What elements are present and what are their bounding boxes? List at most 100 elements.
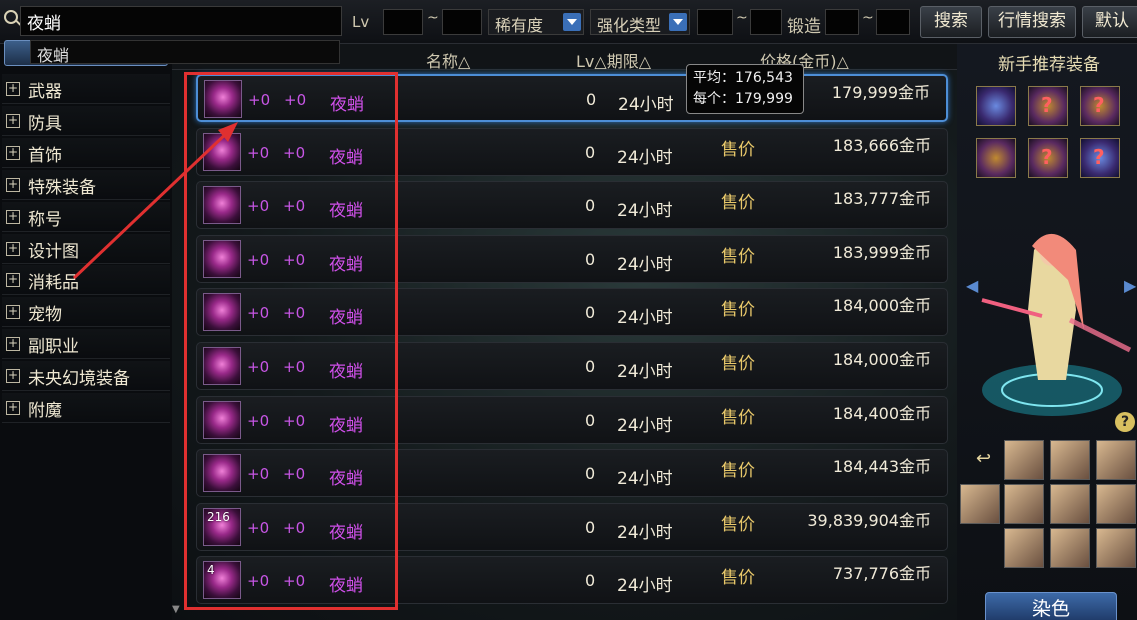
sale-price-label: 售价 [721, 354, 755, 374]
expand-plus-icon[interactable]: + [6, 337, 20, 352]
item-level: 0 [585, 196, 596, 216]
search-input[interactable] [20, 6, 342, 36]
recommend-item-unknown-icon[interactable]: ? [1080, 138, 1120, 178]
search-toolbar: Lv ~ 稀有度 强化类型 ~ 锻造 ~ 搜索 行情搜索 默认 [0, 0, 1137, 44]
expand-plus-icon[interactable]: + [6, 401, 20, 415]
expand-plus-icon[interactable]: + [6, 145, 20, 160]
default-button[interactable]: 默认 [1082, 6, 1137, 38]
annotation-arrow [72, 122, 238, 280]
lv-min-input[interactable] [383, 9, 423, 35]
expand-plus-icon[interactable]: + [6, 369, 20, 384]
market-search-button[interactable]: 行情搜索 [988, 6, 1076, 38]
costume-slot-coat-icon[interactable] [1004, 484, 1044, 524]
recommend-title: 新手推荐装备 [998, 55, 1100, 75]
enhance-type-select[interactable]: 强化类型 [590, 9, 690, 35]
item-level: 0 [585, 410, 596, 430]
auction-window: Lv ~ 稀有度 强化类型 ~ 锻造 ~ 搜索 行情搜索 默认 + 武器 + 防具 + 首… [0, 0, 1137, 620]
sidebar-category[interactable]: + 副职业 [2, 329, 170, 360]
costume-slot-shoes-icon[interactable] [1050, 528, 1090, 568]
sidebar-category[interactable]: + 附魔 [2, 393, 170, 423]
sale-price-label: 售价 [721, 514, 755, 535]
item-price: 184,400金币 [832, 403, 931, 423]
search-icon [4, 10, 18, 24]
item-level: 0 [585, 517, 596, 537]
costume-slot-face-icon[interactable] [1096, 440, 1136, 480]
recommend-item-weapon-icon[interactable] [976, 86, 1016, 126]
scroll-down-icon[interactable]: ▼ [172, 604, 182, 620]
item-price: 184,000金币 [832, 296, 931, 316]
enhance-range-tilde: ~ [736, 10, 748, 26]
lv-label: Lv [352, 13, 370, 31]
forge-range-tilde: ~ [862, 10, 874, 26]
sale-price-label: 售价 [721, 300, 755, 321]
item-level: 0 [586, 90, 597, 109]
item-period: 24小时 [617, 308, 673, 329]
expand-plus-icon[interactable]: + [6, 209, 20, 224]
lv-range-tilde: ~ [427, 10, 439, 26]
item-price: 737,776金币 [832, 564, 931, 584]
recommend-item-helmet-icon[interactable] [976, 138, 1016, 178]
sale-price-label: 售价 [721, 139, 755, 160]
item-period: 24小时 [617, 201, 673, 222]
chevron-down-icon [669, 13, 687, 31]
item-level: 0 [585, 303, 596, 323]
sale-price-label: 售价 [721, 407, 755, 428]
swap-icon[interactable]: ↩ [976, 448, 991, 469]
sidebar-category-label: 防具 [28, 113, 62, 134]
enhance-max-input[interactable] [750, 9, 782, 35]
recommend-item-unknown-icon[interactable]: ? [1028, 138, 1068, 178]
item-period: 24小时 [617, 147, 673, 168]
item-price: 183,999金币 [832, 242, 931, 262]
costume-slot-cap-icon[interactable] [1050, 440, 1090, 480]
forge-label: 锻造 [787, 17, 821, 37]
enhance-min-input[interactable] [697, 9, 733, 35]
dye-button[interactable]: 染色 [985, 592, 1117, 620]
expand-plus-icon[interactable]: + [6, 177, 20, 192]
costume-slot-belt-icon[interactable] [1096, 484, 1136, 524]
lv-max-input[interactable] [442, 9, 482, 35]
forge-max-input[interactable] [876, 9, 910, 35]
costume-slot-neck-icon[interactable] [960, 484, 1000, 524]
expand-plus-icon[interactable]: + [6, 82, 20, 96]
item-period: 24小时 [617, 576, 673, 597]
search-suggestion[interactable]: 夜蛸 [30, 40, 340, 65]
item-period: 24小时 [617, 469, 673, 490]
sidebar-category-label: 副职业 [28, 337, 79, 358]
tooltip-average: 平均：176,543 [693, 70, 793, 86]
expand-plus-icon[interactable]: + [6, 305, 20, 320]
column-lv-period-header[interactable]: Lv△期限△ [576, 48, 651, 72]
costume-slot-pants-icon[interactable] [1004, 528, 1044, 568]
column-name-header[interactable]: 名称△ [426, 48, 470, 72]
rarity-select[interactable]: 稀有度 [488, 9, 584, 35]
tooltip-each: 每个：179,999 [693, 91, 793, 107]
expand-plus-icon[interactable]: + [6, 273, 20, 288]
item-period: 24小时 [617, 362, 673, 382]
costume-slot-skin-icon[interactable] [1050, 484, 1090, 524]
item-period: 24小时 [617, 415, 673, 436]
item-level: 0 [585, 464, 596, 484]
sidebar-category-label: 称号 [28, 209, 62, 230]
costume-slot-aura-icon[interactable] [1096, 528, 1136, 568]
recommend-item-unknown-icon[interactable]: ? [1080, 86, 1120, 126]
recommend-item-unknown-icon[interactable]: ? [1028, 86, 1068, 126]
rarity-select-label: 稀有度 [495, 16, 544, 35]
forge-min-input[interactable] [825, 9, 859, 35]
sidebar-category-label: 未央幻境装备 [28, 369, 130, 390]
item-level: 0 [585, 249, 596, 269]
sale-price-label: 售价 [721, 461, 755, 482]
sidebar-category[interactable]: + 宠物 [2, 297, 170, 328]
expand-plus-icon[interactable]: + [6, 241, 20, 256]
sidebar-category[interactable]: + 未央幻境装备 [2, 361, 170, 392]
search-button[interactable]: 搜索 [920, 6, 982, 38]
item-price: 184,443金币 [832, 457, 931, 477]
sidebar-category[interactable]: + 武器 [2, 74, 170, 104]
help-icon[interactable]: ? [1115, 412, 1135, 432]
costume-slot-hair-icon[interactable] [1004, 440, 1044, 480]
arrow-shaft [72, 128, 232, 280]
price-tooltip: 平均：176,543 每个：179,999 [686, 64, 804, 114]
item-price: 183,777金币 [832, 189, 931, 209]
expand-plus-icon[interactable]: + [6, 113, 20, 128]
enhance-type-label: 强化类型 [597, 16, 662, 35]
character-preview [981, 233, 1132, 416]
item-period: 24小时 [618, 95, 674, 115]
